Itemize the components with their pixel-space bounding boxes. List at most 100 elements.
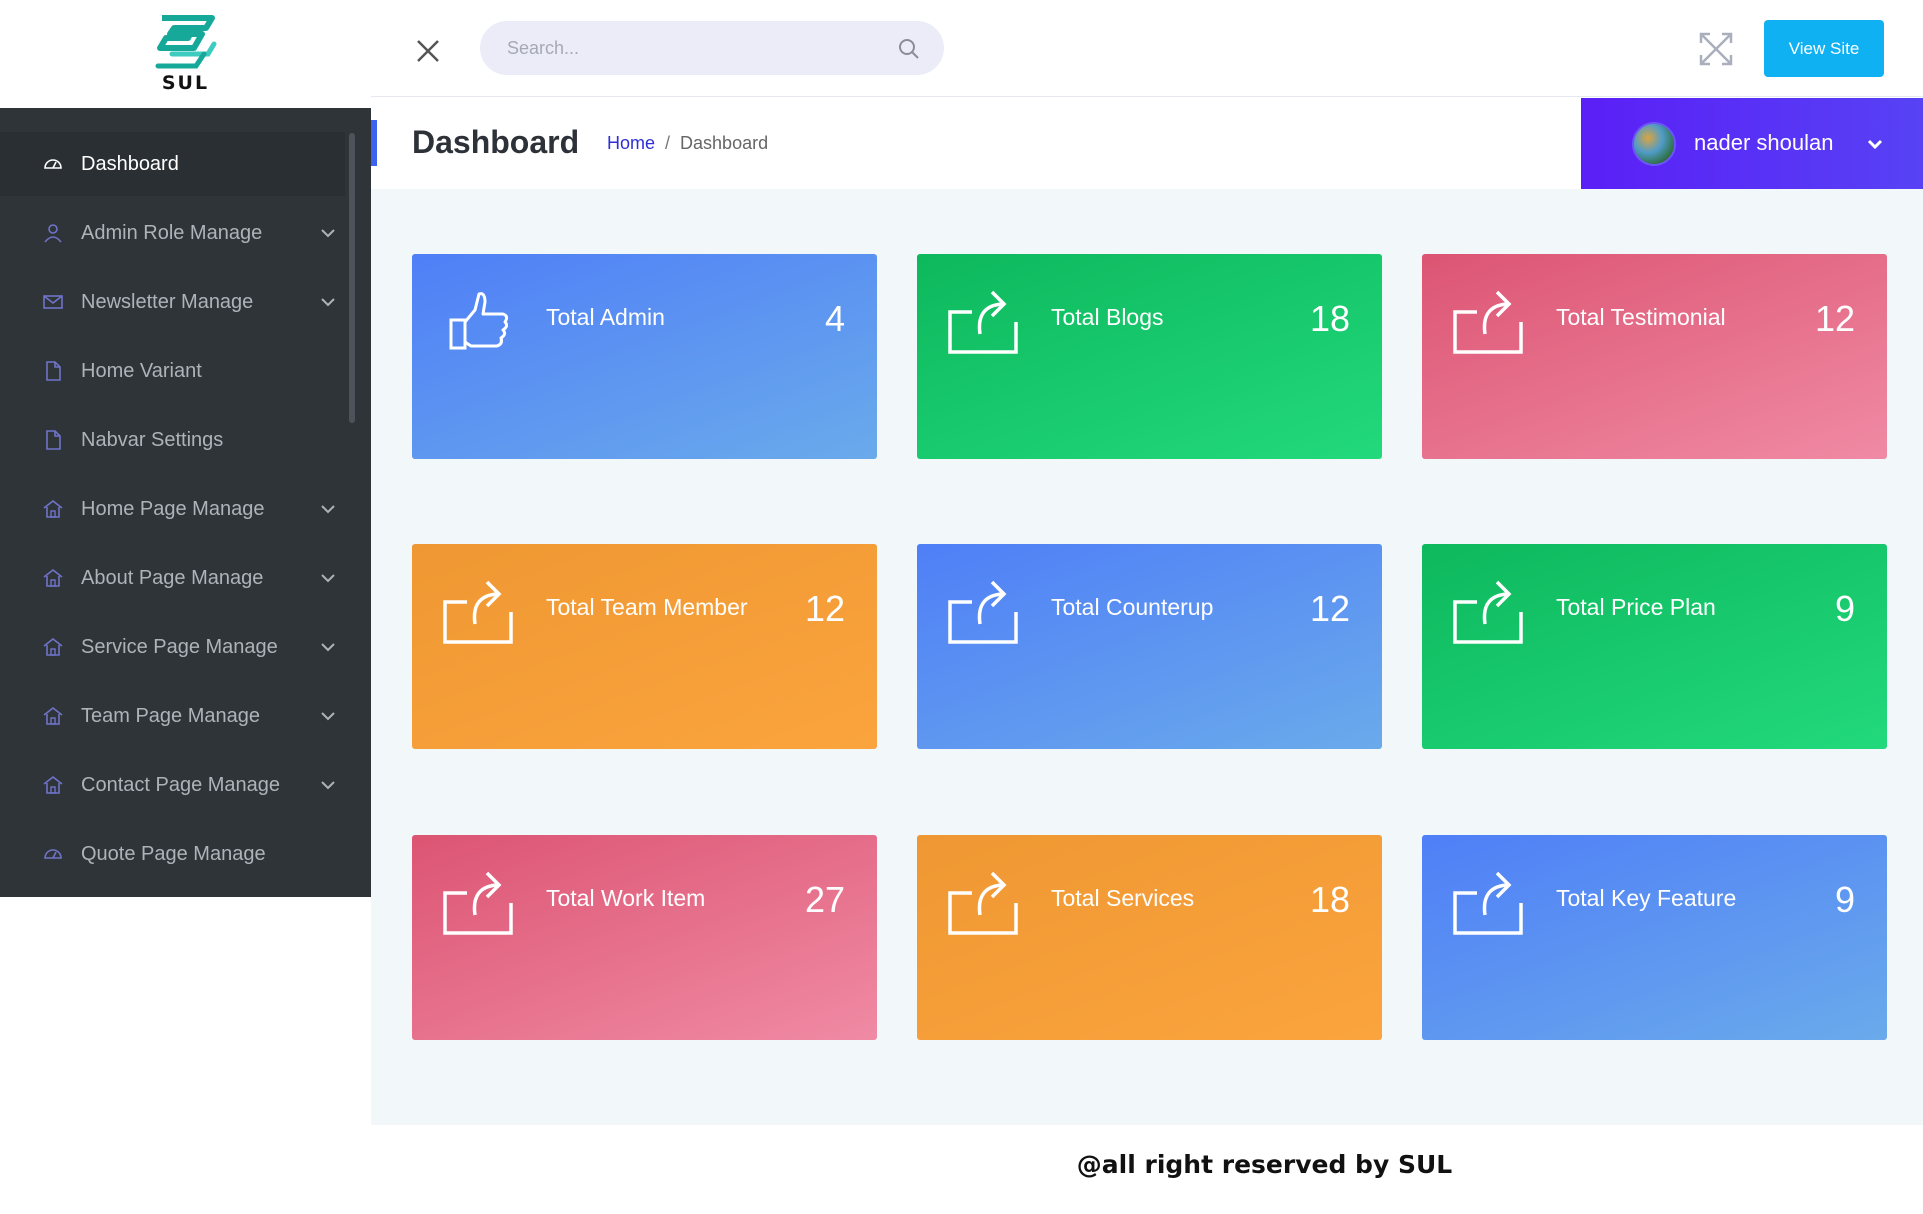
search-icon[interactable] — [898, 38, 920, 60]
user-menu[interactable]: nader shoulan — [1581, 98, 1923, 189]
stat-card-total-services[interactable]: Total Services 18 — [917, 835, 1382, 1040]
share-icon — [1451, 282, 1525, 356]
sidebar-item-label: Home Page Manage — [81, 497, 265, 520]
sidebar-item-about-page-manage[interactable]: About Page Manage — [0, 546, 345, 610]
stat-card-label: Total Services — [1051, 885, 1195, 911]
chevron-down-icon[interactable] — [1864, 133, 1886, 155]
sidebar-item-label: Service Page Manage — [81, 635, 278, 658]
envelope-icon — [42, 291, 64, 313]
logo-area: SUL — [0, 0, 371, 108]
stat-card-total-team-member[interactable]: Total Team Member 12 — [412, 544, 877, 749]
thumbs-up-icon — [441, 282, 515, 356]
chevron-down-icon[interactable] — [319, 569, 337, 587]
share-icon — [441, 863, 515, 937]
stat-card-label: Total Price Plan — [1556, 594, 1716, 620]
stat-card-value: 12 — [1814, 298, 1855, 339]
breadcrumb-home-link[interactable]: Home — [607, 133, 655, 154]
chevron-down-icon[interactable] — [319, 638, 337, 656]
stat-card-total-price-plan[interactable]: Total Price Plan 9 — [1422, 544, 1887, 749]
home-icon — [42, 498, 64, 520]
sidebar: Dashboard Admin Role Manage Newsletter Man… — [0, 108, 371, 897]
sidebar-item-label: Admin Role Manage — [81, 221, 263, 244]
stat-card-label: Total Work Item — [546, 885, 706, 911]
logo-text: SUL — [161, 72, 210, 94]
sidebar-item-nabvar-settings[interactable]: Nabvar Settings — [0, 408, 345, 472]
chevron-down-icon[interactable] — [319, 293, 337, 311]
stat-card-value: 4 — [824, 298, 845, 339]
breadcrumb-current: Dashboard — [680, 133, 769, 153]
sidebar-item-home-variant[interactable]: Home Variant — [0, 339, 345, 403]
user-name[interactable]: nader shoulan — [1694, 130, 1833, 156]
file-icon — [42, 360, 64, 382]
stat-card-value: 27 — [804, 879, 845, 920]
breadcrumb-separator: / — [665, 133, 671, 153]
chevron-down-icon[interactable] — [319, 500, 337, 518]
chevron-down-icon[interactable] — [319, 224, 337, 242]
fullscreen-icon[interactable] — [1697, 30, 1735, 68]
stat-card-label: Total Key Feature — [1556, 885, 1737, 911]
sidebar-item-label: About Page Manage — [81, 566, 264, 589]
stat-card-total-key-feature[interactable]: Total Key Feature 9 — [1422, 835, 1887, 1040]
sidebar-item-label: Home Variant — [81, 359, 202, 382]
sidebar-item-label: Nabvar Settings — [81, 428, 224, 451]
dashboard-content: Total Admin 4 Total Blogs 18 Total Testimoni… — [371, 189, 1923, 1125]
home-icon — [42, 774, 64, 796]
stat-card-label: Total Team Member — [546, 594, 748, 620]
stat-card-total-work-item[interactable]: Total Work Item 27 — [412, 835, 877, 1040]
home-icon — [42, 705, 64, 727]
share-icon — [1451, 863, 1525, 937]
file-icon — [42, 429, 64, 451]
sidebar-item-label: Quote Page Manage — [81, 842, 266, 865]
user-icon — [42, 222, 64, 244]
stat-card-label: Total Blogs — [1051, 304, 1164, 330]
dashboard-icon — [42, 843, 64, 865]
chevron-down-icon[interactable] — [319, 707, 337, 725]
logo-mark-icon — [155, 15, 216, 69]
stat-card-value: 18 — [1309, 879, 1350, 920]
share-icon — [946, 863, 1020, 937]
page-title: Dashboard — [412, 124, 580, 160]
close-icon[interactable] — [411, 34, 445, 68]
stat-card-total-blogs[interactable]: Total Blogs 18 — [917, 254, 1382, 459]
topbar: View Site — [371, 0, 1923, 97]
stat-card-total-testimonial[interactable]: Total Testimonial 12 — [1422, 254, 1887, 459]
sidebar-item-newsletter-manage[interactable]: Newsletter Manage — [0, 270, 345, 334]
stat-card-label: Total Admin — [546, 304, 665, 330]
logo[interactable]: SUL — [152, 14, 220, 94]
page-header: Dashboard Home / Dashboard nader shoulan — [371, 98, 1923, 189]
share-icon — [946, 282, 1020, 356]
sidebar-item-contact-page-manage[interactable]: Contact Page Manage — [0, 753, 345, 817]
breadcrumb: Home / Dashboard — [607, 133, 768, 154]
sidebar-item-team-page-manage[interactable]: Team Page Manage — [0, 684, 345, 748]
sidebar-item-admin-role-manage[interactable]: Admin Role Manage — [0, 201, 345, 265]
stat-card-value: 12 — [1309, 588, 1350, 629]
home-icon — [42, 567, 64, 589]
sidebar-item-service-page-manage[interactable]: Service Page Manage — [0, 615, 345, 679]
sidebar-item-label: Team Page Manage — [81, 704, 261, 727]
stat-card-total-counterup[interactable]: Total Counterup 12 — [917, 544, 1382, 749]
stat-card-value: 18 — [1309, 298, 1350, 339]
sidebar-item-label: Dashboard — [81, 152, 179, 175]
sidebar-item-dashboard[interactable]: Dashboard — [0, 132, 345, 196]
home-icon — [42, 636, 64, 658]
stat-card-total-admin[interactable]: Total Admin 4 — [412, 254, 877, 459]
share-icon — [946, 572, 1020, 646]
stat-card-value: 9 — [1834, 588, 1855, 629]
footer-text: @all right reserved by SUL — [1076, 1150, 1453, 1179]
search-input[interactable] — [507, 37, 887, 59]
sidebar-scrollbar[interactable] — [349, 133, 355, 423]
sidebar-item-quote-page-manage[interactable]: Quote Page Manage — [0, 822, 345, 886]
avatar[interactable] — [1632, 122, 1676, 166]
dashboard-icon — [42, 153, 64, 175]
sidebar-item-label: Contact Page Manage — [81, 773, 281, 796]
header-accent-bar — [371, 120, 377, 166]
sidebar-item-label: Newsletter Manage — [81, 290, 254, 313]
stat-card-value: 12 — [804, 588, 845, 629]
share-icon — [1451, 572, 1525, 646]
stat-card-label: Total Counterup — [1051, 594, 1214, 620]
sidebar-item-home-page-manage[interactable]: Home Page Manage — [0, 477, 345, 541]
share-icon — [441, 572, 515, 646]
view-site-button[interactable]: View Site — [1764, 20, 1884, 77]
search-box — [480, 21, 944, 75]
chevron-down-icon[interactable] — [319, 776, 337, 794]
